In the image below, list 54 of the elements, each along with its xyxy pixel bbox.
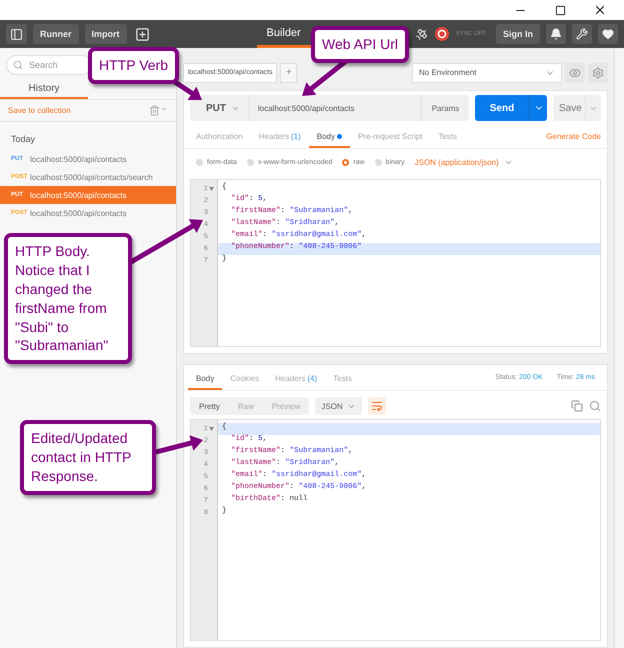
save-to-collection-link[interactable]: Save to collection xyxy=(8,106,71,115)
sidebar-icon xyxy=(10,28,23,40)
response-tab[interactable]: Body xyxy=(188,368,222,390)
callout-arrow xyxy=(155,435,203,454)
callout-note: Web API Url xyxy=(311,26,409,63)
params-button[interactable]: Params xyxy=(421,95,469,121)
new-tab-button[interactable]: + xyxy=(280,62,298,82)
callout-note: HTTP Verb xyxy=(88,47,179,84)
send-menu-button[interactable] xyxy=(529,95,547,121)
search-input[interactable]: Search xyxy=(27,59,87,71)
url-field[interactable]: localhost:5000/api/contacts xyxy=(250,95,421,121)
scrollbar[interactable] xyxy=(614,48,624,648)
settings-icon[interactable] xyxy=(588,62,608,82)
view-mode-button[interactable]: Pretty xyxy=(190,397,229,415)
request-section-tab[interactable]: Authorization xyxy=(188,126,251,148)
copy-icon[interactable] xyxy=(571,400,583,412)
trash-icon[interactable] xyxy=(149,105,168,116)
wrench-icon[interactable] xyxy=(572,24,592,44)
sidebar-toggle-button[interactable] xyxy=(6,24,27,44)
sign-in-button[interactable]: Sign In xyxy=(496,24,540,44)
url-input[interactable]: localhost:5000/api/contacts xyxy=(250,102,421,114)
close-icon[interactable] xyxy=(593,3,607,17)
content-type-select[interactable]: JSON (application/json) xyxy=(414,158,513,166)
history-tab[interactable]: History xyxy=(0,79,88,99)
send-button[interactable]: Send xyxy=(475,95,529,121)
response-tab[interactable]: Headers (4) xyxy=(267,368,326,390)
toolbar-button[interactable]: Runner xyxy=(33,24,78,44)
satellite-icon[interactable] xyxy=(414,28,428,40)
wrap-button[interactable] xyxy=(368,397,386,415)
group-label: Today xyxy=(10,133,36,146)
wrap-icon xyxy=(370,400,383,412)
search-icon xyxy=(13,60,23,70)
response-tab[interactable]: Tests xyxy=(325,368,360,390)
request-section-tab[interactable]: Body xyxy=(308,126,350,148)
generate-code-link[interactable]: Generate Code xyxy=(546,132,603,141)
fold-icon[interactable] xyxy=(209,187,214,191)
eye-icon[interactable] xyxy=(565,62,585,82)
callout-note: HTTP Body. Notice that I changed the firstName from "Subi" to "Subramanian" xyxy=(4,233,132,364)
request-section-tab[interactable]: Headers (1) xyxy=(250,126,309,148)
bell-icon[interactable] xyxy=(546,24,566,44)
request-url: localhost:5000/api/contacts xyxy=(30,154,127,164)
callout-note: Edited/Updated contact in HTTP Response. xyxy=(20,420,156,495)
save-button[interactable]: Save xyxy=(553,95,585,121)
environment-select[interactable]: No Environment xyxy=(412,62,562,82)
method-select[interactable]: PUT xyxy=(190,95,250,121)
request-url: localhost:5000/api/contacts/search xyxy=(30,172,153,182)
format-select[interactable]: JSON xyxy=(315,397,362,415)
request-url: localhost:5000/api/contacts xyxy=(30,208,127,218)
request-url: localhost:5000/api/contacts xyxy=(30,190,127,200)
search-icon[interactable] xyxy=(589,400,601,412)
maximize-icon[interactable] xyxy=(554,4,566,16)
fold-icon[interactable] xyxy=(209,427,214,431)
sync-icon[interactable] xyxy=(434,26,450,42)
toolbar-button[interactable]: Import xyxy=(84,24,126,44)
